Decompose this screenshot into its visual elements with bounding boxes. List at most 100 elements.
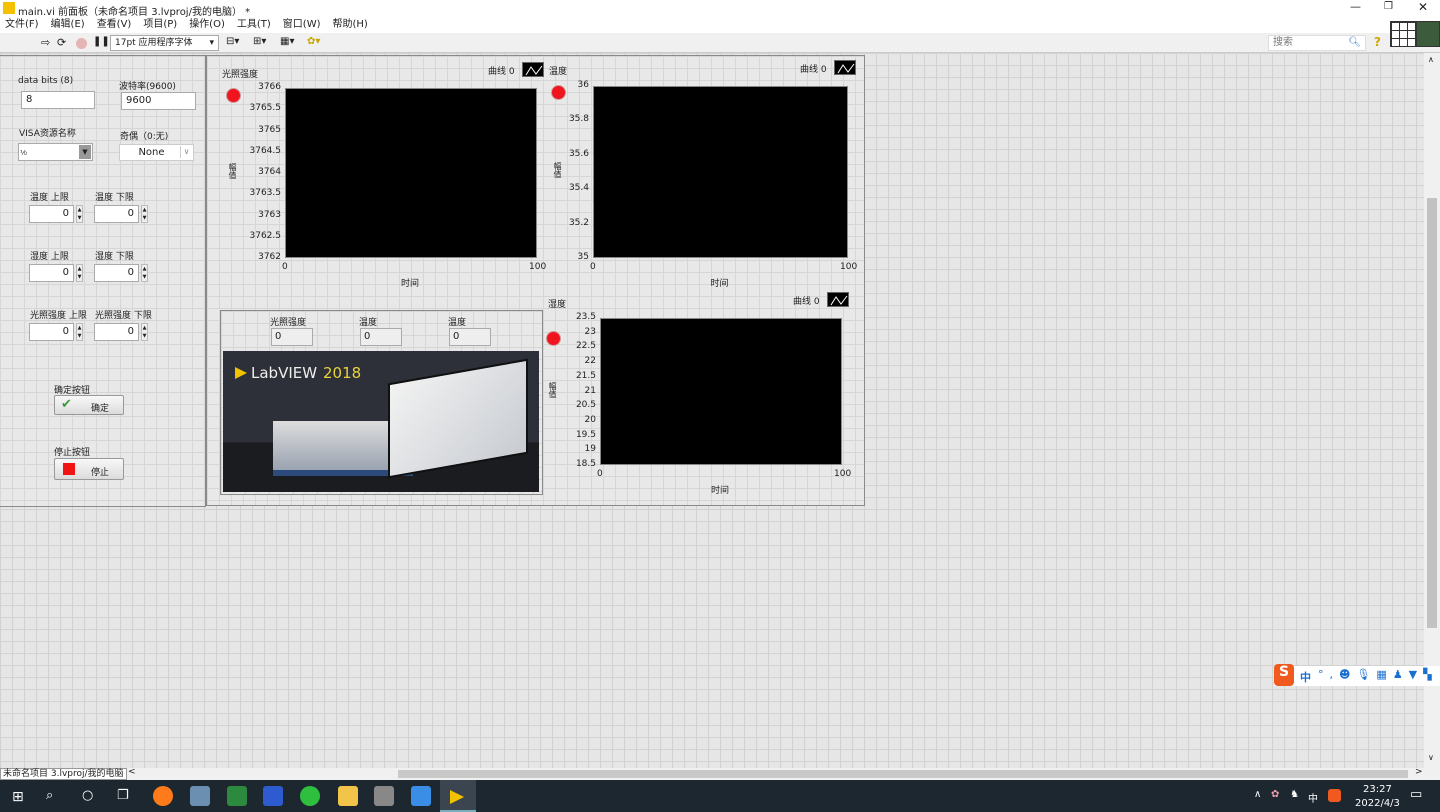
legend-label[interactable]: 曲线 0 <box>488 64 515 77</box>
task-view-icon[interactable]: ❐ <box>117 788 129 803</box>
firefox-icon[interactable] <box>153 786 173 806</box>
decrement-icon[interactable]: ▼ <box>142 273 147 281</box>
qq-icon[interactable]: ♞ <box>1290 789 1299 800</box>
dropdown-arrow-icon[interactable]: ▼ <box>79 145 91 159</box>
y-tick-label: 19.5 <box>575 429 596 440</box>
lower-limit-input[interactable]: 0 <box>94 205 139 223</box>
lower-limit-stepper[interactable]: ▲ ▼ <box>141 205 148 223</box>
upper-limit-input[interactable]: 0 <box>29 205 74 223</box>
parity-select[interactable]: None ∨ <box>119 144 194 161</box>
plot-line-legend-icon[interactable] <box>827 292 849 307</box>
upper-limit-stepper[interactable]: ▲ ▼ <box>76 205 83 223</box>
ime-toolbar[interactable]: S 中 °,☻🎙︎▦♟▼▚ <box>1274 664 1440 686</box>
remote-icon[interactable] <box>411 786 431 806</box>
windows-start-icon[interactable]: ⊞ <box>12 789 24 805</box>
resize-icon[interactable]: ▦▾ <box>280 36 294 47</box>
baud-rate-input[interactable]: 9600 <box>121 92 196 110</box>
legend-label[interactable]: 曲线 0 <box>800 62 827 75</box>
stop-button[interactable]: 停止 <box>54 458 124 480</box>
search-icon[interactable]: ⌕ <box>46 788 53 803</box>
chart-plot-area[interactable] <box>593 86 848 258</box>
chart-plot-area[interactable] <box>600 318 842 465</box>
menu-item[interactable]: 窗口(W) <box>283 19 321 30</box>
increment-icon[interactable]: ▲ <box>142 206 147 214</box>
reorder-icon[interactable]: ✿▾ <box>307 36 320 47</box>
tray-ime[interactable]: 中 <box>1308 790 1318 805</box>
lower-limit-input[interactable]: 0 <box>94 264 139 282</box>
run-continuously-icon[interactable]: ⟳ <box>57 36 66 49</box>
notification-icon[interactable]: ▭ <box>1410 787 1422 802</box>
window-title: main.vi 前面板（未命名项目 3.lvproj/我的电脑） * <box>18 7 251 18</box>
increment-icon[interactable]: ▲ <box>77 324 82 332</box>
connector-pane-icon[interactable] <box>1390 21 1416 47</box>
ime-tool-icons[interactable]: °,☻🎙︎▦♟▼▚ <box>1318 668 1438 681</box>
increment-icon[interactable]: ▲ <box>77 265 82 273</box>
chart-plot-area[interactable] <box>285 88 537 258</box>
decrement-icon[interactable]: ▼ <box>77 214 82 222</box>
align-icon[interactable]: ⊟▾ <box>226 36 239 47</box>
lower-limit-stepper[interactable]: ▲ ▼ <box>141 323 148 341</box>
horizontal-scrollbar-thumb[interactable] <box>398 770 1408 778</box>
upper-limit-input[interactable]: 0 <box>29 323 74 341</box>
decrement-icon[interactable]: ▼ <box>142 332 147 340</box>
menu-item[interactable]: 查看(V) <box>97 19 132 30</box>
distribute-icon[interactable]: ⊞▾ <box>253 36 266 47</box>
minimize-button[interactable]: — <box>1350 0 1361 13</box>
scroll-right-icon[interactable]: > <box>1415 767 1423 777</box>
decrement-icon[interactable]: ▼ <box>77 273 82 281</box>
vertical-scrollbar[interactable]: ∧ ∨ <box>1424 53 1440 768</box>
y-tick-label: 36 <box>577 80 589 90</box>
scroll-down-icon[interactable]: ∨ <box>1428 753 1434 762</box>
visio-icon[interactable] <box>227 786 247 806</box>
menu-item[interactable]: 项目(P) <box>143 19 177 30</box>
file-explorer-icon[interactable] <box>338 786 358 806</box>
font-select[interactable]: 17pt 应用程序字体 ▾ <box>110 35 219 51</box>
plot-line-legend-icon[interactable] <box>834 60 856 75</box>
search-icon[interactable]: 🔍︎ <box>1348 37 1361 49</box>
upper-limit-stepper[interactable]: ▲ ▼ <box>76 264 83 282</box>
menu-item[interactable]: 文件(F) <box>5 19 39 30</box>
run-arrow-icon[interactable]: ⇨ <box>41 36 50 49</box>
upper-limit-stepper[interactable]: ▲ ▼ <box>76 323 83 341</box>
pause-icon[interactable]: ❚❚ <box>93 36 110 47</box>
help-icon[interactable]: ? <box>1374 35 1381 49</box>
lower-limit-input[interactable]: 0 <box>94 323 139 341</box>
menu-item[interactable]: 工具(T) <box>237 19 271 30</box>
ime-mode[interactable]: 中 <box>1300 669 1311 685</box>
wechat-icon[interactable] <box>300 786 320 806</box>
lower-limit-stepper[interactable]: ▲ ▼ <box>141 264 148 282</box>
clock-time[interactable]: 23:27 <box>1363 784 1392 795</box>
legend-label[interactable]: 曲线 0 <box>793 294 820 307</box>
increment-icon[interactable]: ▲ <box>142 265 147 273</box>
plot-line-legend-icon[interactable] <box>522 62 544 77</box>
decrement-icon[interactable]: ▼ <box>142 214 147 222</box>
menu-item[interactable]: 编辑(E) <box>51 19 85 30</box>
abort-icon[interactable] <box>76 38 87 49</box>
close-button[interactable]: ✕ <box>1418 0 1428 14</box>
labview-taskbar-item[interactable] <box>440 780 476 812</box>
tray-app-icon[interactable]: ✿ <box>1271 789 1279 800</box>
clock-date[interactable]: 2022/4/3 <box>1355 798 1400 809</box>
decrement-icon[interactable]: ▼ <box>77 332 82 340</box>
upper-limit-input[interactable]: 0 <box>29 264 74 282</box>
menu-item[interactable]: 操作(O) <box>189 19 225 30</box>
visa-resource-select[interactable]: ⅟₀ ▼ <box>18 143 93 161</box>
scroll-up-icon[interactable]: ∧ <box>1428 55 1434 64</box>
vi-icon[interactable] <box>1416 21 1440 47</box>
restore-button[interactable]: ❐ <box>1384 1 1393 12</box>
app2-icon[interactable] <box>374 786 394 806</box>
ok-button[interactable]: ✔ 确定 <box>54 395 124 415</box>
scrollbar-thumb[interactable] <box>1427 198 1437 628</box>
data-bits-input[interactable]: 8 <box>21 91 95 109</box>
network-app-icon[interactable] <box>263 786 283 806</box>
project-path[interactable]: 未命名项目 3.lvproj/我的电脑 <box>0 768 127 780</box>
search-input[interactable]: 搜索 🔍︎ <box>1268 35 1366 51</box>
scroll-left-icon[interactable]: < <box>128 767 136 777</box>
increment-icon[interactable]: ▲ <box>142 324 147 332</box>
menu-item[interactable]: 帮助(H) <box>333 19 368 30</box>
cortana-icon[interactable]: ○ <box>82 788 93 803</box>
app-icon[interactable] <box>190 786 210 806</box>
sogou-tray-icon[interactable] <box>1328 789 1341 802</box>
tray-expand-icon[interactable]: ∧ <box>1254 789 1261 800</box>
increment-icon[interactable]: ▲ <box>77 206 82 214</box>
